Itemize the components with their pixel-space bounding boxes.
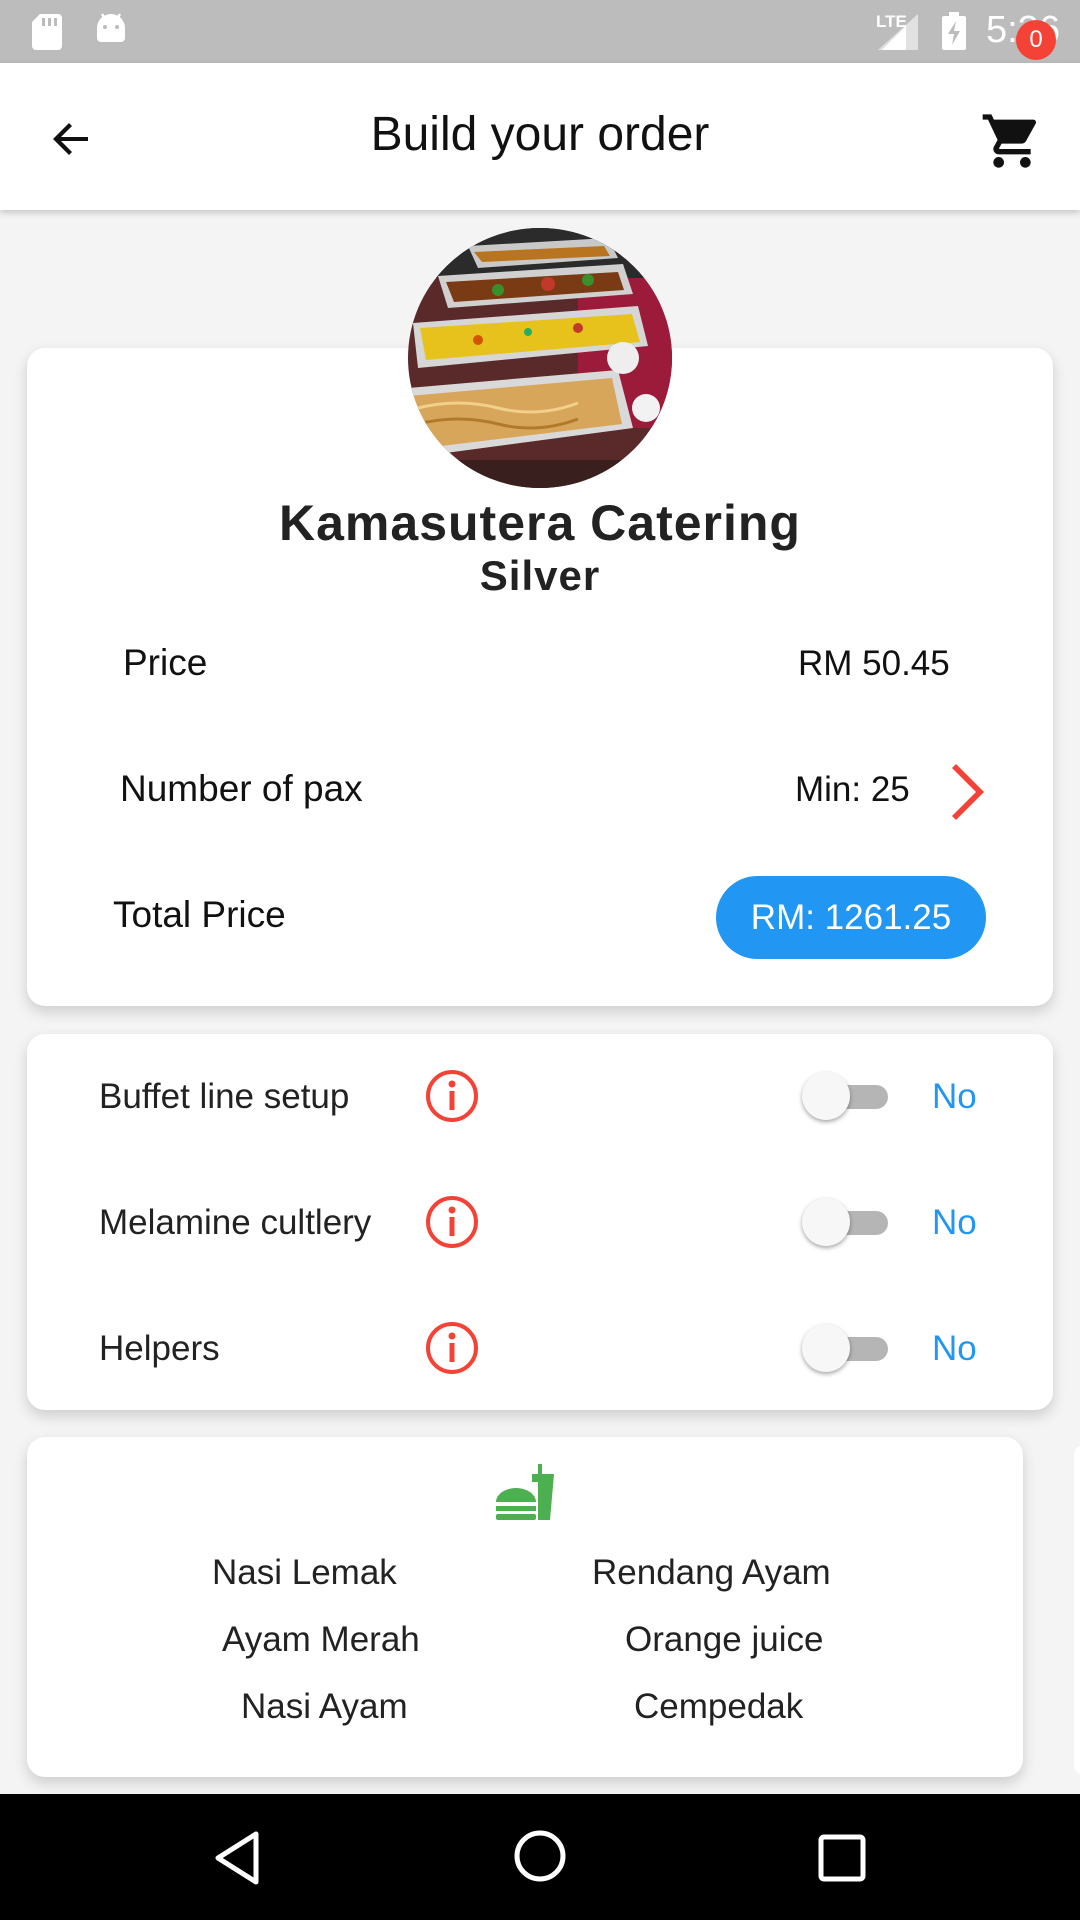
battery-charging-icon [942,12,966,50]
next-menu-card-peek[interactable] [1074,1445,1080,1775]
pax-label: Number of pax [120,768,363,809]
total-price-badge[interactable]: RM: 1261.25 [716,876,986,959]
toggle-thumb [802,1198,850,1246]
toggle-thumb [802,1072,850,1120]
melamine-cutlery-toggle[interactable] [802,1194,900,1250]
status-bar: LTE 5:36 [0,0,1080,63]
fastfood-icon [496,1464,554,1520]
menu-item: Orange juice [625,1620,824,1659]
price-value: RM 50.45 [798,644,950,683]
buffet-line-setup-value: No [932,1077,977,1116]
shopping-cart-icon [982,114,1037,168]
cart-button[interactable] [980,103,1052,175]
nav-recents-icon[interactable] [812,1828,872,1888]
sd-card-icon [32,14,62,50]
menu-item: Rendang Ayam [592,1553,831,1592]
price-label: Price [123,642,208,683]
nav-back-icon[interactable] [210,1828,270,1888]
melamine-cutlery-value: No [932,1203,977,1242]
system-navigation-bar [0,1794,1080,1920]
vendor-name: Kamasutera Catering [279,495,801,551]
option-label-melamine-cutlery: Melamine cultlery [99,1203,372,1242]
helpers-toggle[interactable] [802,1320,900,1376]
menu-item: Nasi Ayam [241,1687,408,1726]
package-name: Silver [479,552,601,599]
cart-count-badge: 0 [1016,20,1056,60]
page-title: Build your order [370,108,710,161]
option-label-helpers: Helpers [99,1329,220,1368]
info-icon[interactable] [425,1321,479,1375]
buffet-line-setup-toggle[interactable] [802,1068,900,1124]
toggle-thumb [802,1324,850,1372]
menu-item: Cempedak [634,1687,804,1726]
option-label-buffet-line-setup: Buffet line setup [99,1077,350,1116]
nav-home-icon[interactable] [510,1826,570,1886]
pax-min-value: Min: 25 [795,770,910,809]
total-price-label: Total Price [113,894,286,935]
menu-item: Ayam Merah [222,1620,420,1659]
app-bar: Build your order [0,63,1080,210]
helpers-value: No [932,1329,977,1368]
info-icon[interactable] [425,1069,479,1123]
menu-item: Nasi Lemak [212,1553,397,1592]
chevron-right-icon[interactable] [946,764,986,820]
signal-icon [878,14,918,50]
android-icon [97,13,125,42]
info-icon[interactable] [425,1195,479,1249]
vendor-avatar [408,228,672,488]
buffet-food-photo [408,228,672,488]
